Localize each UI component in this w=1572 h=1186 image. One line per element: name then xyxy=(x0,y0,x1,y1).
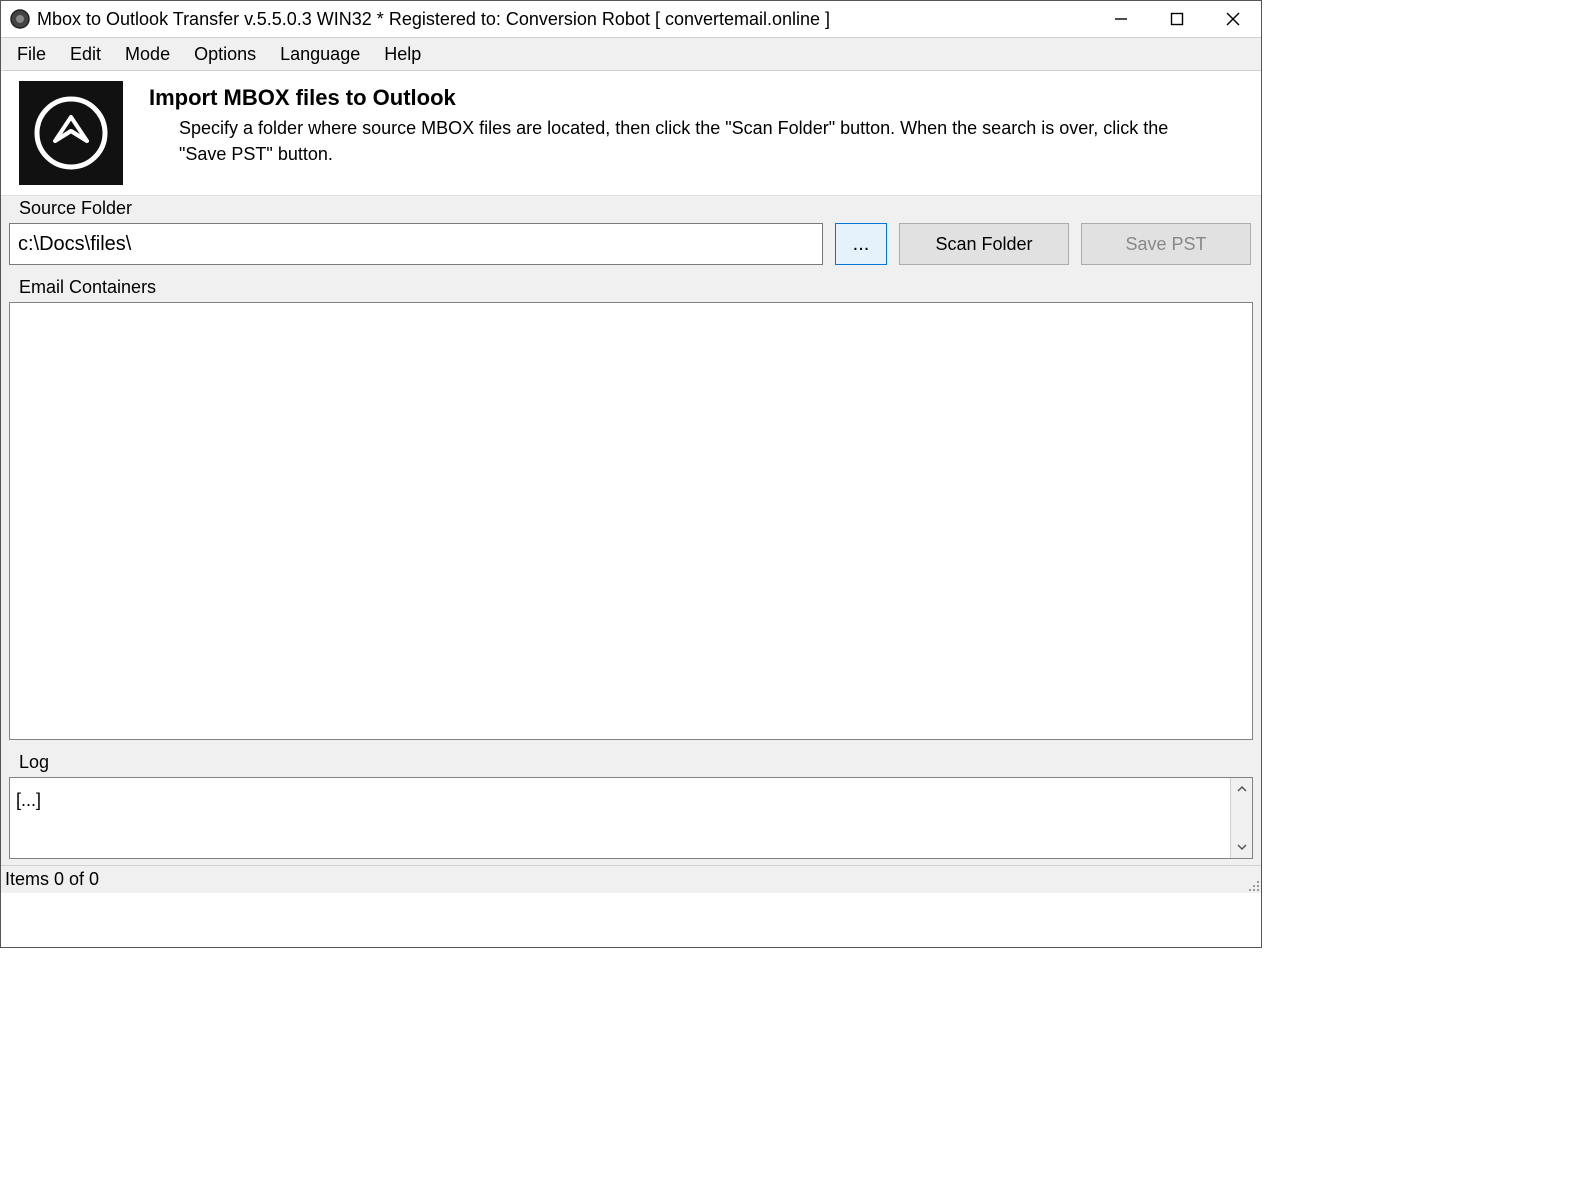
source-folder-label: Source Folder xyxy=(9,196,1253,223)
header-banner: Import MBOX files to Outlook Specify a f… xyxy=(1,71,1261,196)
menu-mode[interactable]: Mode xyxy=(113,40,182,69)
maximize-button[interactable] xyxy=(1149,1,1205,37)
close-button[interactable] xyxy=(1205,1,1261,37)
menu-help[interactable]: Help xyxy=(372,40,433,69)
log-content[interactable]: [...] xyxy=(10,778,1230,858)
save-pst-button[interactable]: Save PST xyxy=(1081,223,1251,265)
menu-edit[interactable]: Edit xyxy=(58,40,113,69)
window-controls xyxy=(1093,1,1261,37)
app-logo xyxy=(19,81,123,185)
menu-options[interactable]: Options xyxy=(182,40,268,69)
status-bar: Items 0 of 0 xyxy=(1,865,1261,893)
browse-button[interactable]: ... xyxy=(835,223,887,265)
email-containers-label: Email Containers xyxy=(9,275,1253,302)
minimize-button[interactable] xyxy=(1093,1,1149,37)
scan-folder-button[interactable]: Scan Folder xyxy=(899,223,1069,265)
log-label: Log xyxy=(9,750,1253,777)
window-title: Mbox to Outlook Transfer v.5.5.0.3 WIN32… xyxy=(37,9,830,30)
scroll-up-icon[interactable] xyxy=(1231,778,1252,800)
scroll-down-icon[interactable] xyxy=(1231,836,1252,858)
menu-file[interactable]: File xyxy=(5,40,58,69)
log-scrollbar[interactable] xyxy=(1230,778,1252,858)
banner-description: Specify a folder where source MBOX files… xyxy=(149,115,1203,167)
email-containers-list[interactable] xyxy=(9,302,1253,740)
log-group: Log [...] xyxy=(1,750,1261,865)
menu-language[interactable]: Language xyxy=(268,40,372,69)
log-box: [...] xyxy=(9,777,1253,859)
status-text: Items 0 of 0 xyxy=(5,869,99,890)
resize-grip-icon[interactable] xyxy=(1245,877,1259,891)
app-icon xyxy=(9,8,31,30)
titlebar: Mbox to Outlook Transfer v.5.5.0.3 WIN32… xyxy=(1,1,1261,37)
banner-heading: Import MBOX files to Outlook xyxy=(149,85,1203,111)
source-folder-group: Source Folder ... Scan Folder Save PST xyxy=(1,196,1261,275)
email-containers-group: Email Containers xyxy=(1,275,1261,750)
menubar: File Edit Mode Options Language Help xyxy=(1,37,1261,71)
source-path-input[interactable] xyxy=(9,223,823,265)
